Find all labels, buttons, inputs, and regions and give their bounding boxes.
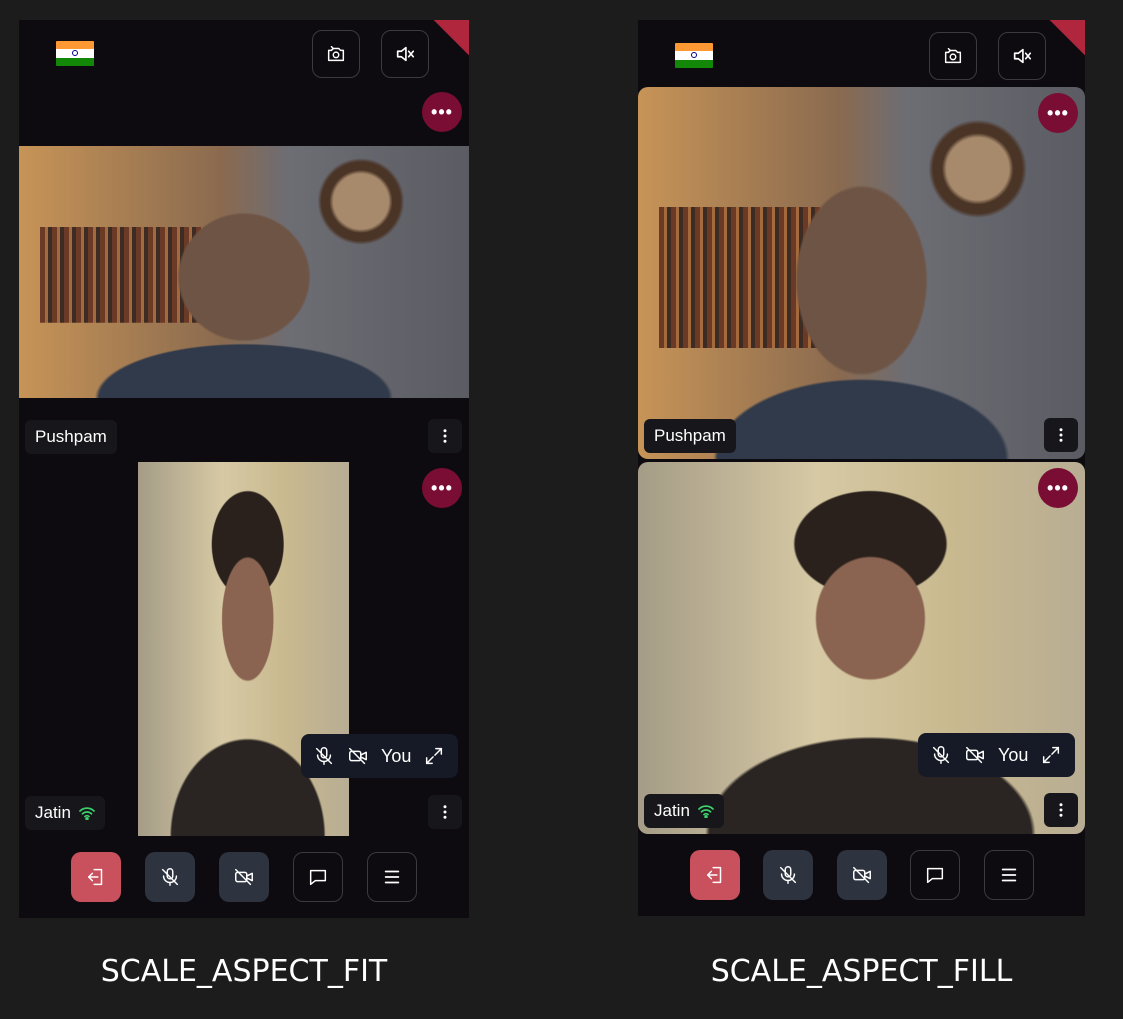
participant-name: Jatin bbox=[35, 803, 71, 822]
leave-icon bbox=[706, 866, 721, 884]
mic-off-icon bbox=[779, 866, 797, 884]
menu-button[interactable] bbox=[367, 852, 417, 902]
more-vertical-icon bbox=[443, 805, 447, 819]
speaker-toggle-button[interactable] bbox=[381, 30, 429, 78]
self-label: You bbox=[381, 745, 412, 766]
menu-icon bbox=[1001, 868, 1016, 882]
top-bar bbox=[19, 20, 469, 86]
switch-camera-button[interactable] bbox=[312, 30, 360, 78]
more-options-button[interactable]: ••• bbox=[422, 468, 462, 508]
speaker-toggle-button[interactable] bbox=[998, 32, 1046, 80]
participant-tile-remote: ••• Pushpam bbox=[19, 86, 469, 460]
more-horizontal-icon: ••• bbox=[431, 102, 453, 122]
caption-aspect-fill: SCALE_ASPECT_FILL bbox=[710, 954, 1013, 989]
speaker-muted-icon bbox=[1013, 48, 1032, 64]
switch-camera-icon bbox=[327, 45, 345, 62]
more-options-button[interactable]: ••• bbox=[1038, 93, 1078, 133]
participant-name-chip: Jatin bbox=[644, 794, 724, 828]
wifi-icon bbox=[698, 804, 714, 818]
video-off-icon bbox=[349, 747, 367, 765]
wifi-icon bbox=[79, 806, 95, 820]
participant-name: Pushpam bbox=[654, 426, 726, 445]
self-view-pill[interactable]: You bbox=[301, 734, 458, 778]
video-off-icon bbox=[235, 868, 253, 886]
mic-off-icon bbox=[932, 746, 950, 764]
switch-camera-button[interactable] bbox=[929, 32, 977, 80]
participant-menu-button[interactable] bbox=[1044, 418, 1078, 452]
self-view-pill[interactable]: You bbox=[918, 733, 1075, 777]
leave-button[interactable] bbox=[689, 850, 740, 900]
more-vertical-icon bbox=[1059, 803, 1063, 817]
leave-button[interactable] bbox=[71, 852, 121, 902]
participant-name-chip: Pushpam bbox=[25, 420, 117, 454]
participant-menu-button[interactable] bbox=[428, 419, 462, 453]
participant-name-chip: Pushpam bbox=[644, 419, 736, 453]
chat-button[interactable] bbox=[293, 852, 343, 902]
expand-icon bbox=[426, 747, 443, 765]
mic-off-icon bbox=[315, 747, 333, 765]
switch-camera-icon bbox=[944, 47, 962, 64]
speaker-muted-icon bbox=[396, 46, 415, 62]
chat-icon bbox=[926, 867, 944, 884]
participant-name: Jatin bbox=[654, 801, 690, 820]
more-vertical-icon bbox=[1059, 428, 1063, 442]
meeting-screen-fit: ••• Pushpam ••• You Jatin bbox=[19, 20, 469, 918]
remote-video-feed bbox=[19, 146, 469, 398]
camera-toggle-button[interactable] bbox=[219, 852, 269, 902]
more-options-button[interactable]: ••• bbox=[1038, 468, 1078, 508]
more-options-button[interactable]: ••• bbox=[422, 92, 462, 132]
expand-icon bbox=[1043, 746, 1060, 764]
leave-icon bbox=[87, 868, 103, 886]
chat-button[interactable] bbox=[910, 850, 960, 900]
more-horizontal-icon: ••• bbox=[1047, 103, 1069, 123]
call-controls bbox=[19, 836, 469, 918]
local-video-feed bbox=[138, 462, 349, 836]
chat-icon bbox=[309, 869, 327, 886]
self-label: You bbox=[998, 744, 1029, 765]
more-vertical-icon bbox=[443, 429, 447, 443]
participant-tile-local: ••• You Jatin bbox=[638, 462, 1085, 834]
meeting-screen-fill: ••• Pushpam ••• You Jatin bbox=[638, 20, 1085, 916]
participant-name-chip: Jatin bbox=[25, 796, 105, 830]
mic-off-icon bbox=[161, 868, 179, 886]
mic-toggle-button[interactable] bbox=[763, 850, 813, 900]
participant-menu-button[interactable] bbox=[428, 795, 462, 829]
india-flag-icon bbox=[675, 43, 713, 68]
video-off-icon bbox=[852, 866, 871, 884]
participant-tile-local: ••• You Jatin bbox=[19, 462, 469, 836]
video-off-icon bbox=[966, 746, 984, 764]
caption-aspect-fit: SCALE_ASPECT_FIT bbox=[100, 954, 388, 989]
top-bar bbox=[638, 20, 1085, 86]
menu-icon bbox=[384, 870, 400, 884]
camera-toggle-button[interactable] bbox=[836, 850, 887, 900]
call-controls bbox=[638, 834, 1085, 916]
more-horizontal-icon: ••• bbox=[431, 478, 453, 498]
menu-button[interactable] bbox=[983, 850, 1034, 900]
participant-tile-remote: ••• Pushpam bbox=[638, 87, 1085, 459]
participant-name: Pushpam bbox=[35, 427, 107, 446]
more-horizontal-icon: ••• bbox=[1047, 478, 1069, 498]
mic-toggle-button[interactable] bbox=[145, 852, 195, 902]
participant-menu-button[interactable] bbox=[1044, 793, 1078, 827]
india-flag-icon bbox=[56, 41, 94, 66]
